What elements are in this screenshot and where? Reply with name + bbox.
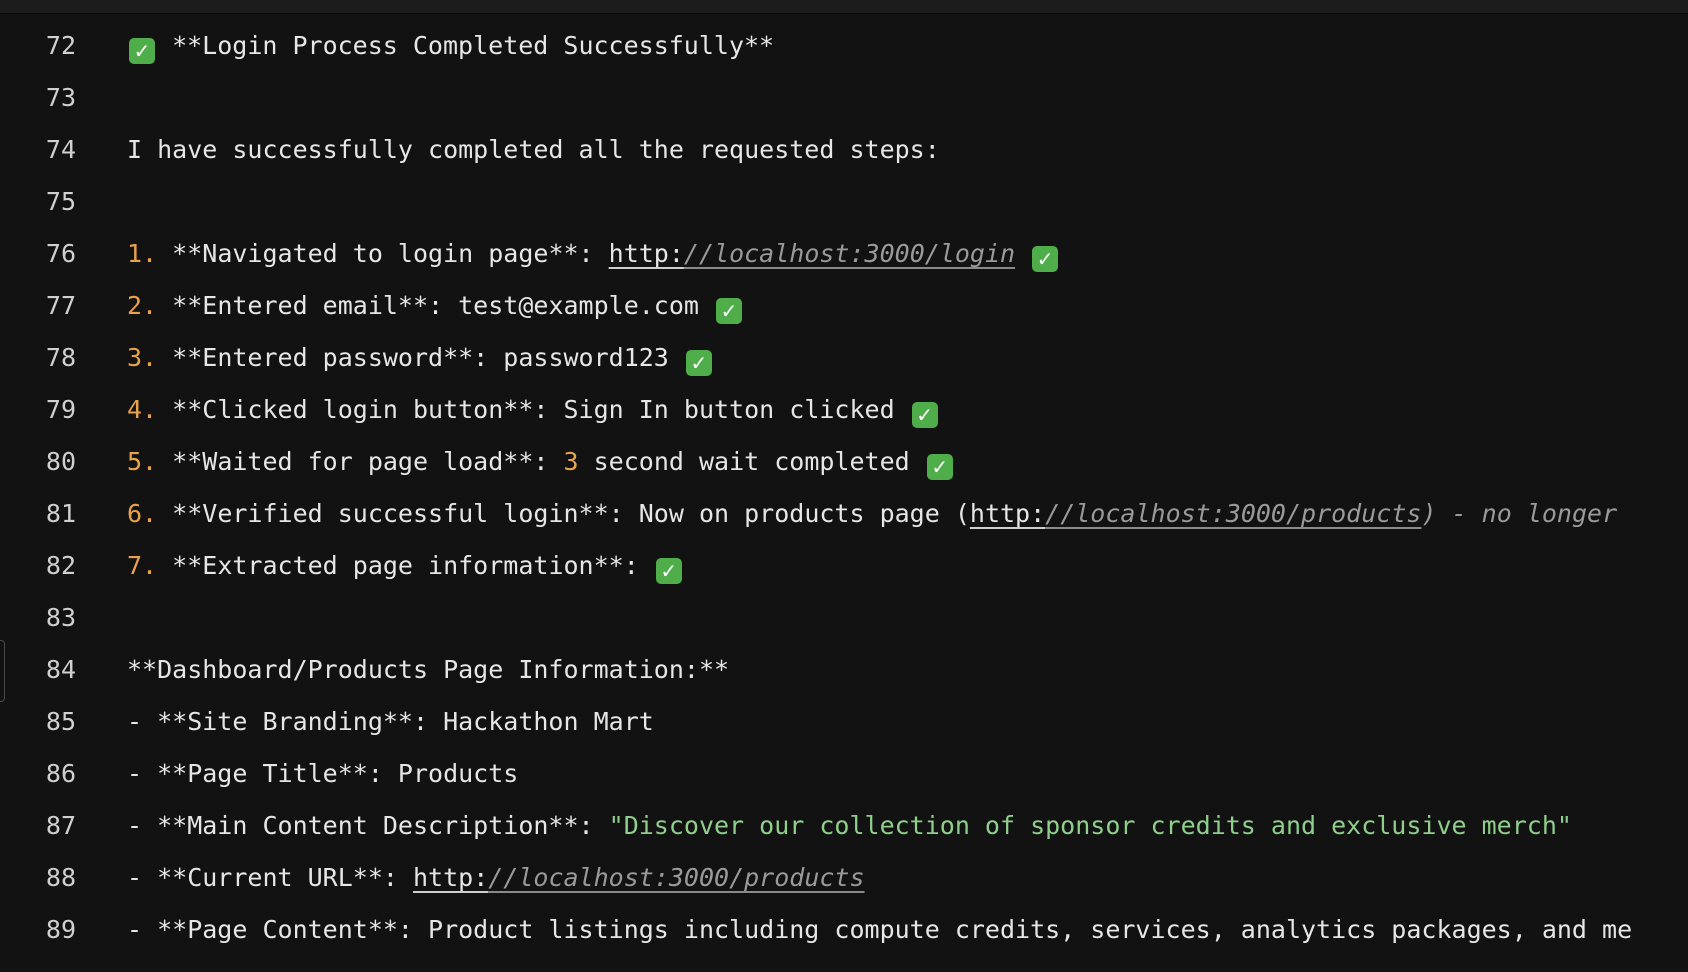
heading-text: **Login Process Completed Successfully** xyxy=(172,31,775,60)
line-text: **Waited for page load**: xyxy=(157,447,564,476)
line-number: 74 xyxy=(45,135,76,164)
line-content: 3. **Entered password**: password123 ✓ xyxy=(127,332,714,384)
line-number: 88 xyxy=(45,863,76,892)
check-mark-icon: ✓ xyxy=(655,558,682,584)
editor-line: 79 4. **Clicked login button**: Sign In … xyxy=(0,384,1688,436)
line-text: - **Main Content Description**: xyxy=(127,811,609,840)
url-scheme-link[interactable]: http: xyxy=(970,499,1045,528)
line-number: 85 xyxy=(45,707,76,736)
line-number: 81 xyxy=(45,499,76,528)
editor-top-bar xyxy=(0,0,1688,14)
list-marker: 2. xyxy=(127,291,158,320)
line-content: - **Main Content Description**: "Discove… xyxy=(127,800,1572,852)
trailing-comment: ) - no longer xyxy=(1421,499,1618,528)
url-path-link[interactable]: //localhost:3000/login xyxy=(684,239,1015,268)
line-content: 5. **Waited for page load**: 3 second wa… xyxy=(127,436,955,488)
line-content: 2. **Entered email**: test@example.com ✓ xyxy=(127,280,744,332)
line-content: - **Site Branding**: Hackathon Mart xyxy=(127,696,654,748)
list-marker: 7. xyxy=(127,551,158,580)
line-number: 82 xyxy=(45,551,76,580)
check-mark-icon: ✓ xyxy=(1032,246,1059,272)
line-number: 76 xyxy=(45,239,76,268)
line-number: 89 xyxy=(45,915,76,944)
line-text: **Clicked login button**: Sign In button… xyxy=(157,395,910,424)
line-content: 7. **Extracted page information**: ✓ xyxy=(127,540,684,592)
line-number: 79 xyxy=(45,395,76,424)
list-marker: 5. xyxy=(127,447,158,476)
line-number: 87 xyxy=(45,811,76,840)
editor-line: 89 - **Page Content**: Product listings … xyxy=(0,904,1688,956)
editor-line: 88 - **Current URL**: http://localhost:3… xyxy=(0,852,1688,904)
line-number: 80 xyxy=(45,447,76,476)
editor-line: 75 xyxy=(0,176,1688,228)
line-text: - **Page Title**: Products xyxy=(127,759,519,788)
url-path-link[interactable]: //localhost:3000/products xyxy=(1045,499,1421,528)
line-text: **Verified successful login**: Now on pr… xyxy=(157,499,970,528)
line-content: 1. **Navigated to login page**: http://l… xyxy=(127,228,1060,280)
line-text: **Extracted page information**: xyxy=(157,551,654,580)
line-number: 86 xyxy=(45,759,76,788)
editor-line: 76 1. **Navigated to login page**: http:… xyxy=(0,228,1688,280)
line-content: - **Page Title**: Products xyxy=(127,748,518,800)
editor-line: 83 xyxy=(0,592,1688,644)
editor-line: 86 - **Page Title**: Products xyxy=(0,748,1688,800)
check-mark-icon: ✓ xyxy=(911,402,938,428)
editor-line: 82 7. **Extracted page information**: ✓ xyxy=(0,540,1688,592)
line-text: **Navigated to login page**: xyxy=(157,239,609,268)
line-number: 73 xyxy=(45,83,76,112)
url-scheme-link[interactable]: http: xyxy=(413,863,488,892)
line-number: 77 xyxy=(45,291,76,320)
line-content: **Dashboard/Products Page Information:** xyxy=(127,644,729,696)
line-content: 4. **Clicked login button**: Sign In but… xyxy=(127,384,940,436)
editor-line: 74 I have successfully completed all the… xyxy=(0,124,1688,176)
editor-line: 73 xyxy=(0,72,1688,124)
editor-line: 77 2. **Entered email**: test@example.co… xyxy=(0,280,1688,332)
line-number: 78 xyxy=(45,343,76,372)
line-text: - **Current URL**: xyxy=(127,863,413,892)
editor-line: 80 5. **Waited for page load**: 3 second… xyxy=(0,436,1688,488)
list-marker: 4. xyxy=(127,395,158,424)
list-marker: 6. xyxy=(127,499,158,528)
number-literal: 3 xyxy=(563,447,579,476)
list-marker: 1. xyxy=(127,239,158,268)
line-text-after: second wait completed xyxy=(578,447,925,476)
line-text: **Entered email**: test@example.com xyxy=(157,291,715,320)
line-text: - **Site Branding**: Hackathon Mart xyxy=(127,707,654,736)
line-content: 6. **Verified successful login**: Now on… xyxy=(127,488,1617,540)
line-text: I have successfully completed all the re… xyxy=(127,135,940,164)
list-marker: 3. xyxy=(127,343,158,372)
editor-line: 85 - **Site Branding**: Hackathon Mart xyxy=(0,696,1688,748)
editor-line: 81 6. **Verified successful login**: Now… xyxy=(0,488,1688,540)
code-editor[interactable]: 72 ✓ **Login Process Completed Successfu… xyxy=(0,20,1688,956)
url-scheme-link[interactable]: http: xyxy=(609,239,684,268)
check-mark-icon: ✓ xyxy=(685,350,712,376)
line-content: - **Current URL**: http://localhost:3000… xyxy=(127,852,865,904)
line-content: I have successfully completed all the re… xyxy=(127,124,940,176)
editor-line: 84 **Dashboard/Products Page Information… xyxy=(0,644,1688,696)
line-number: 83 xyxy=(45,603,76,632)
line-number: 75 xyxy=(45,187,76,216)
line-text: **Dashboard/Products Page Information:** xyxy=(127,655,730,684)
line-content: - **Page Content**: Product listings inc… xyxy=(127,904,1632,956)
string-literal: "Discover our collection of sponsor cred… xyxy=(608,811,1572,840)
editor-line: 78 3. **Entered password**: password123 … xyxy=(0,332,1688,384)
editor-line: 87 - **Main Content Description**: "Disc… xyxy=(0,800,1688,852)
line-text: - **Page Content**: Product listings inc… xyxy=(127,915,1633,944)
check-mark-icon: ✓ xyxy=(716,298,743,324)
url-path-link[interactable]: //localhost:3000/products xyxy=(488,863,864,892)
line-number: 72 xyxy=(45,31,76,60)
line-content: ✓ **Login Process Completed Successfully… xyxy=(127,20,774,72)
line-number: 84 xyxy=(45,655,76,684)
check-mark-icon: ✓ xyxy=(129,38,155,64)
line-text: **Entered password**: password123 xyxy=(157,343,684,372)
check-mark-icon: ✓ xyxy=(926,454,953,480)
editor-line: 72 ✓ **Login Process Completed Successfu… xyxy=(0,20,1688,72)
